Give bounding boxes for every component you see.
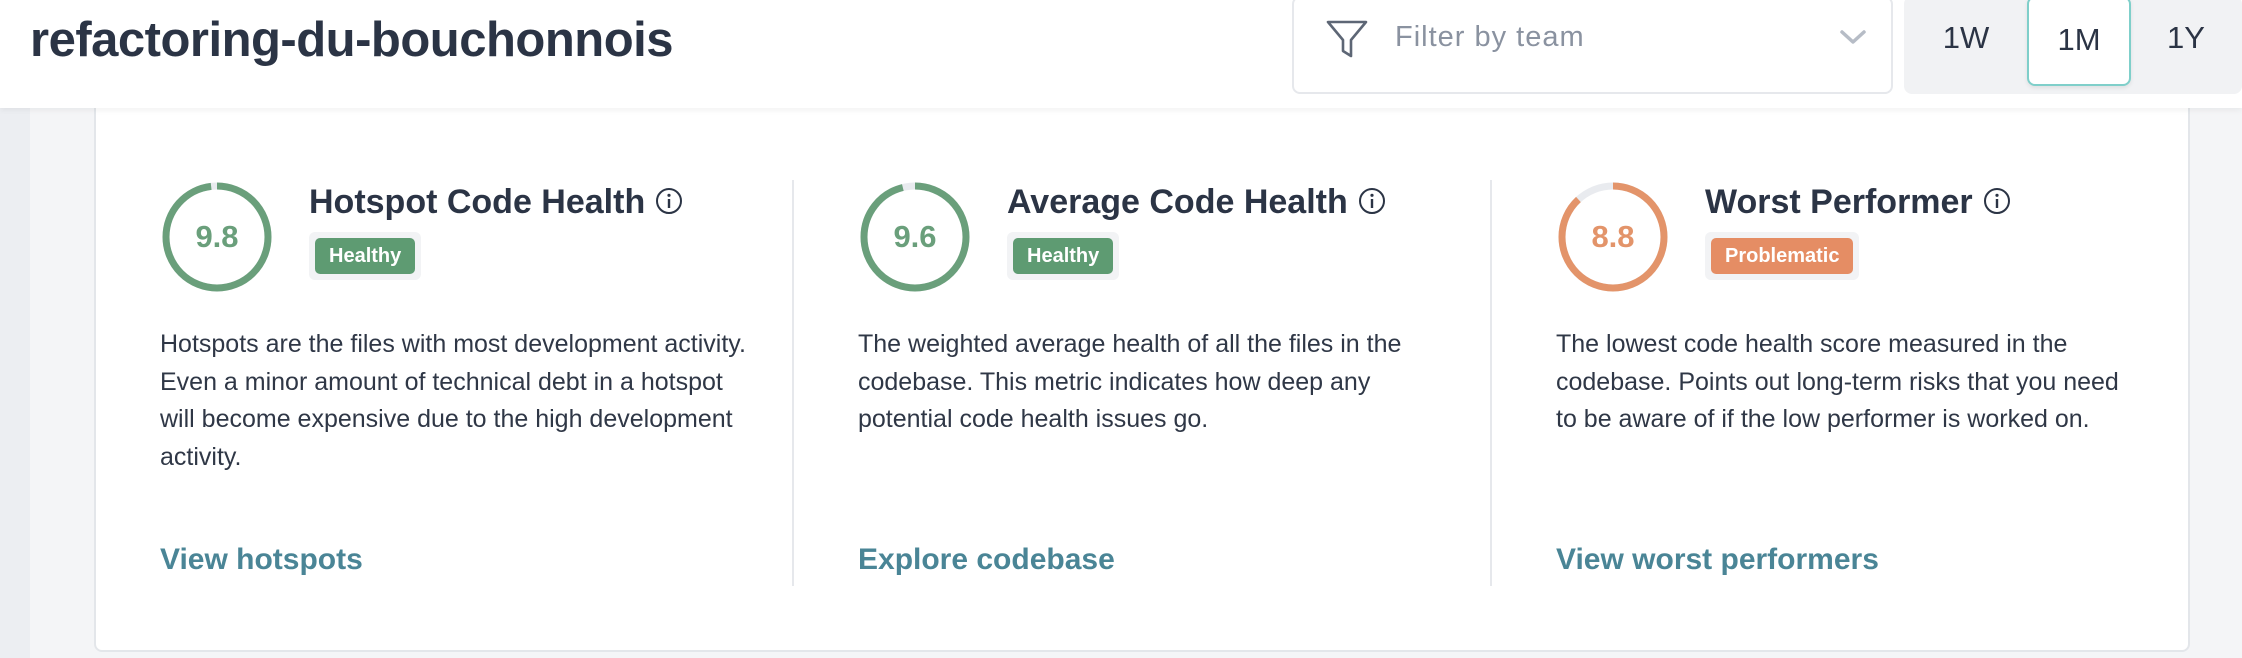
project-title: refactoring-du-bouchonnois	[30, 13, 674, 67]
score-value: 9.6	[893, 219, 937, 254]
metric-title: Average Code Health	[1007, 182, 1386, 222]
metric-title: Hotspot Code Health	[309, 182, 683, 222]
column-divider	[792, 180, 794, 586]
metric-title: Worst Performer	[1705, 182, 2011, 222]
info-icon[interactable]	[1983, 187, 2011, 215]
metric-description: Hotspots are the files with most develop…	[160, 330, 746, 471]
period-1w-button[interactable]: 1W	[1914, 0, 2018, 86]
top-bar: refactoring-du-bouchonnois Filter by tea…	[0, 0, 2242, 108]
score-value: 9.8	[195, 219, 239, 254]
side-strip	[0, 108, 30, 658]
metric-description: The lowest code health score measured in…	[1556, 330, 2119, 433]
info-icon[interactable]	[1358, 187, 1386, 215]
metric-action-link[interactable]: View worst performers	[1556, 540, 1879, 580]
team-filter-dropdown[interactable]: Filter by team	[1292, 0, 1893, 94]
metric-action-link[interactable]: View hotspots	[160, 540, 363, 580]
filter-icon	[1326, 20, 1368, 58]
status-badge-container: Problematic	[1705, 232, 1860, 280]
metric-title-text: Average Code Health	[1007, 183, 1348, 221]
metric-action-link[interactable]: Explore codebase	[858, 540, 1115, 580]
period-selector: 1W 1M 1Y	[1904, 0, 2242, 94]
score-ring: 8.8	[1556, 180, 1670, 294]
period-1m-button[interactable]: 1M	[2027, 0, 2131, 86]
info-icon[interactable]	[655, 187, 683, 215]
metric-column: 8.8 Worst Performer Problematic The lowe…	[1556, 90, 2176, 590]
chevron-down-icon	[1840, 30, 1866, 44]
metric-title-text: Worst Performer	[1705, 183, 1973, 221]
status-badge-container: Healthy	[1007, 232, 1120, 280]
score-value: 8.8	[1591, 219, 1635, 254]
score-ring: 9.6	[858, 180, 972, 294]
period-1y-button[interactable]: 1Y	[2134, 0, 2238, 86]
status-badge-container: Healthy	[309, 232, 422, 280]
team-filter-placeholder: Filter by team	[1395, 21, 1585, 53]
column-divider	[1490, 180, 1492, 586]
metric-column: 9.6 Average Code Health Healthy The weig…	[858, 90, 1478, 590]
metric-column: 9.8 Hotspot Code Health Healthy Hotspots…	[160, 90, 780, 590]
status-badge: Healthy	[1013, 238, 1114, 274]
metric-description: The weighted average health of all the f…	[858, 330, 1402, 433]
metric-title-text: Hotspot Code Health	[309, 183, 646, 221]
status-badge: Healthy	[315, 238, 416, 274]
score-ring: 9.8	[160, 180, 274, 294]
status-badge: Problematic	[1711, 238, 1854, 274]
